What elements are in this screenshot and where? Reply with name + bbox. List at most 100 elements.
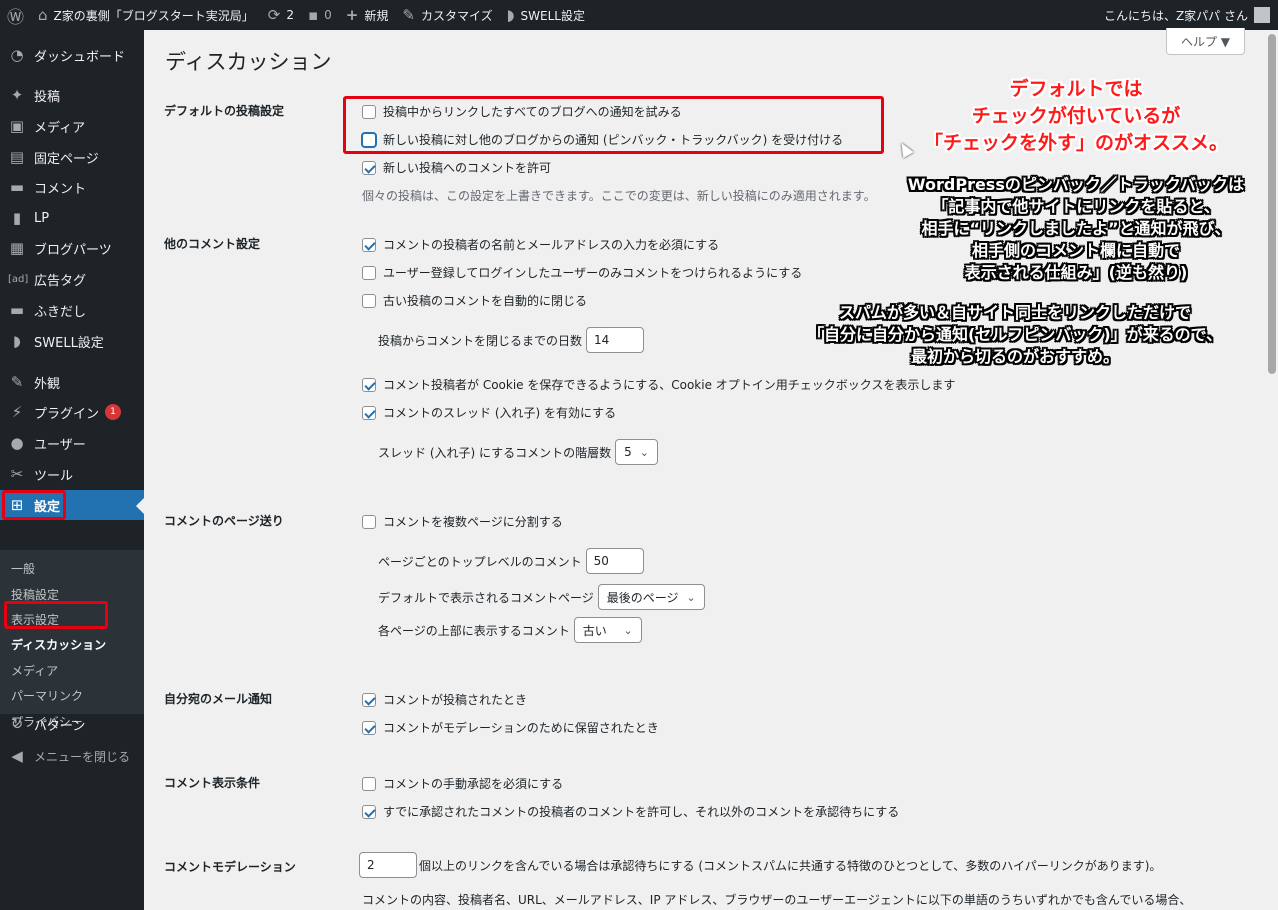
sidebar-item-label: 投稿 xyxy=(34,89,61,105)
customize-label: カスタマイズ xyxy=(420,8,493,23)
main-content: ヘルプ ▼ ディスカッション デフォルトの投稿設定 投稿中からリンクしたすべての… xyxy=(144,28,1266,910)
swell-icon: ◗ xyxy=(13,332,21,350)
option-page-comments[interactable]: コメントを複数ページに分割する xyxy=(362,513,563,530)
sidebar-item-posts[interactable]: ✦ 投稿 xyxy=(0,80,144,110)
sidebar-item-balloon[interactable]: ▬ ふきだし xyxy=(0,295,144,325)
option-label: 新しい投稿へのコメントを許可 xyxy=(383,161,552,175)
my-account-link[interactable]: こんにちは、Z家パパ さん xyxy=(1104,7,1278,24)
checkbox-previously-approved[interactable] xyxy=(362,804,376,819)
scrollbar-thumb[interactable] xyxy=(1268,34,1276,374)
option-allow-comments[interactable]: 新しい投稿へのコメントを許可 xyxy=(362,159,551,176)
checkbox-thread-comments[interactable] xyxy=(362,405,376,420)
option-require-name-email[interactable]: コメントの投稿者の名前とメールアドレスの入力を必須にする xyxy=(362,236,719,253)
customize-link[interactable]: ✎ カスタマイズ xyxy=(395,0,499,30)
sidebar-item-swell[interactable]: ◗ SWELL設定 xyxy=(0,326,144,356)
annotation-line: 最初から切るのがおすすめ。 xyxy=(910,347,1119,366)
comments-link[interactable]: ▪ 0 xyxy=(301,0,339,30)
option-label: 古い投稿のコメントを自動的に閉じる xyxy=(383,294,588,308)
new-label: 新規 xyxy=(364,8,389,23)
sidebar-item-label: 固定ページ xyxy=(34,151,99,167)
order-select[interactable]: 古い ⌄ xyxy=(573,617,642,643)
avatar xyxy=(1254,7,1270,23)
sidebar-item-comments[interactable]: ▬ コメント xyxy=(0,172,144,202)
checkbox-manual-approve[interactable] xyxy=(362,776,376,791)
admin-sidebar: ◔ ダッシュボード ✦ 投稿 ▣ メディア ▤ 固定ページ ▬ コメント ▮ LP ▦ ブログ… xyxy=(0,30,144,910)
collapse-menu-button[interactable]: ◀ メニューを閉じる xyxy=(0,741,144,771)
sidebar-item-label: 広告タグ xyxy=(34,273,87,289)
option-label: コメントの投稿者の名前とメールアドレスの入力を必須にする xyxy=(383,238,720,252)
comment-icon: ▬ xyxy=(9,178,25,196)
appearance-icon: ✎ xyxy=(10,373,24,391)
page-title: ディスカッション xyxy=(165,50,332,74)
option-thread-comments[interactable]: コメントのスレッド (入れ子) を有効にする xyxy=(362,404,616,421)
annotation-spam-explanation: スパムが多い＆自サイト同士をリンクしただけで 「自分に自分から通知(セルフピンバ… xyxy=(770,302,1260,368)
collapse-icon: ◀ xyxy=(11,747,23,765)
close-days-row: 投稿からコメントを閉じるまでの日数 14 xyxy=(378,327,645,353)
moderation-links-text: 個以上のリンクを含んでいる場合は承認待ちにする (コメントスパムに共通する特徴の… xyxy=(419,858,1162,873)
page-scrollbar[interactable] xyxy=(1266,30,1278,910)
default-page-select[interactable]: 最後のページ ⌄ xyxy=(597,584,705,610)
moderation-links-row: 2 個以上のリンクを含んでいる場合は承認待ちにする (コメントスパムに共通する特徴… xyxy=(359,852,1161,878)
option-close-old[interactable]: 古い投稿のコメントを自動的に閉じる xyxy=(362,292,587,309)
sidebar-item-pages[interactable]: ▤ 固定ページ xyxy=(0,142,144,172)
per-page-input[interactable]: 50 xyxy=(585,548,644,574)
checkbox-registered-only[interactable] xyxy=(362,265,376,280)
sidebar-item-lp[interactable]: ▮ LP xyxy=(0,203,144,233)
submenu-permalink[interactable]: パーマリンク xyxy=(11,687,83,704)
sidebar-item-blogparts[interactable]: ▦ ブログパーツ xyxy=(0,233,144,263)
thread-depth-select[interactable]: 5 ⌄ xyxy=(615,439,658,465)
discussion-highlight-box xyxy=(4,601,108,629)
comment-bubble-icon: ▪ xyxy=(307,6,319,24)
option-previously-approved[interactable]: すでに承認されたコメントの投稿者のコメントを許可し、それ以外のコメントを承認待ち… xyxy=(362,803,899,820)
default-post-description: 個々の投稿は、この設定を上書きできます。ここでの変更は、新しい投稿にのみ適用され… xyxy=(362,189,876,203)
checkbox-email-moderation[interactable] xyxy=(362,720,376,735)
updates-link[interactable]: ⟳ 2 xyxy=(261,0,301,30)
sidebar-item-label: ふきだし xyxy=(34,304,87,320)
sidebar-item-media[interactable]: ▣ メディア xyxy=(0,111,144,141)
moderation-links-input[interactable]: 2 xyxy=(359,852,417,878)
order-label: 各ページの上部に表示するコメント xyxy=(378,623,570,638)
submenu-media[interactable]: メディア xyxy=(11,662,58,679)
checkbox-email-comment[interactable] xyxy=(362,692,376,707)
annotation-line: WordPressのピンバック／トラックバックは xyxy=(907,175,1245,194)
checkbox-require-name-email[interactable] xyxy=(362,237,376,252)
submenu-general[interactable]: 一般 xyxy=(11,560,35,577)
help-button[interactable]: ヘルプ ▼ xyxy=(1166,28,1245,55)
section-label-moderation: コメントモデレーション xyxy=(164,860,296,874)
checkbox-cookie-optin[interactable] xyxy=(362,377,376,392)
admin-bar: Ⓦ ⌂ Z家の裏側「ブログスタート実況局」 ⟳ 2 ▪ 0 + 新規 ✎ カスタマイズ ◗… xyxy=(0,0,1278,30)
new-content-link[interactable]: + 新規 xyxy=(339,0,396,30)
wordpress-logo-button[interactable]: Ⓦ xyxy=(0,0,31,30)
option-email-comment[interactable]: コメントが投稿されたとき xyxy=(362,691,527,708)
section-label-other-comment: 他のコメント設定 xyxy=(164,237,261,251)
swell-settings-link[interactable]: ◗ SWELL設定 xyxy=(500,0,592,30)
select-value: 古い xyxy=(582,623,607,638)
sidebar-item-adtag[interactable]: [ad] 広告タグ xyxy=(0,264,144,294)
checkbox-close-old[interactable] xyxy=(362,293,376,308)
option-cookie-optin[interactable]: コメント投稿者が Cookie を保存できるようにする、Cookie オプトイン… xyxy=(362,376,955,393)
submenu-discussion[interactable]: ディスカッション xyxy=(11,636,106,653)
plugin-icon: ⚡ xyxy=(11,403,23,421)
sidebar-item-patterns[interactable]: ↻ パターン xyxy=(0,709,144,739)
close-days-input[interactable]: 14 xyxy=(586,327,645,353)
checkbox-allow-comments[interactable] xyxy=(362,160,376,175)
site-name-link[interactable]: ⌂ Z家の裏側「ブログスタート実況局」 xyxy=(31,0,261,30)
per-page-label: ページごとのトップレベルのコメント xyxy=(378,554,582,569)
section-label-default-post: デフォルトの投稿設定 xyxy=(164,104,285,118)
sidebar-item-tools[interactable]: ✂ ツール xyxy=(0,459,144,489)
option-registered-only[interactable]: ユーザー登録してログインしたユーザーのみコメントをつけられるようにする xyxy=(362,264,802,281)
home-icon: ⌂ xyxy=(38,6,48,24)
sidebar-item-plugins[interactable]: ⚡ プラグイン 1 xyxy=(0,397,144,427)
moderation-description: コメントの内容、投稿者名、URL、メールアドレス、IP アドレス、ブラウザーのユ… xyxy=(362,893,1192,907)
sidebar-item-dashboard[interactable]: ◔ ダッシュボード xyxy=(0,40,144,70)
sidebar-item-users[interactable]: ● ユーザー xyxy=(0,428,144,458)
sidebar-item-label: SWELL設定 xyxy=(34,335,104,351)
sidebar-item-appearance[interactable]: ✎ 外観 xyxy=(0,367,144,397)
option-label: ユーザー登録してログインしたユーザーのみコメントをつけられるようにする xyxy=(383,266,803,280)
chevron-down-icon: ⌄ xyxy=(686,590,696,604)
checkbox-page-comments[interactable] xyxy=(362,514,376,529)
close-days-label: 投稿からコメントを閉じるまでの日数 xyxy=(378,333,583,348)
swell-label: SWELL設定 xyxy=(520,8,585,23)
option-manual-approve[interactable]: コメントの手動承認を必須にする xyxy=(362,775,563,792)
option-email-moderation[interactable]: コメントがモデレーションのために保留されたとき xyxy=(362,719,659,736)
